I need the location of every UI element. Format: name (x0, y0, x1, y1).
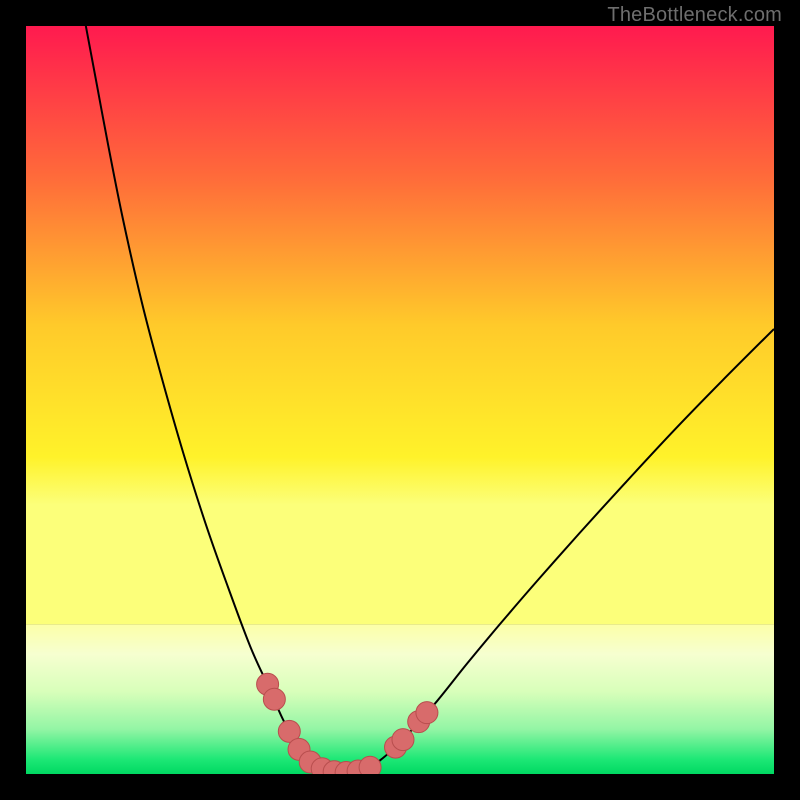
data-marker (263, 688, 285, 710)
data-marker (416, 702, 438, 724)
gradient-main (26, 26, 774, 624)
data-marker (392, 729, 414, 751)
chart-svg (26, 26, 774, 774)
data-marker (359, 756, 381, 774)
watermark-text: TheBottleneck.com (607, 4, 782, 27)
plot-area (26, 26, 774, 774)
chart-frame: TheBottleneck.com (0, 0, 800, 800)
